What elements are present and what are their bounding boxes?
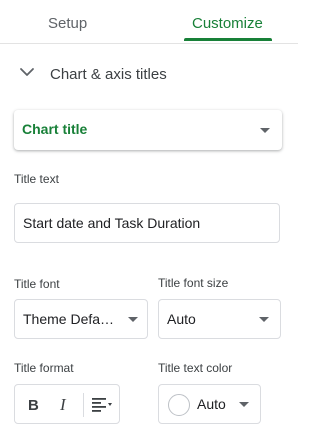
title-font-size-value: Auto <box>167 311 196 327</box>
caret-down-icon <box>259 317 269 322</box>
title-font-select[interactable]: Theme Defaul... <box>14 299 148 339</box>
title-text-color-select[interactable]: Auto <box>158 384 261 424</box>
tab-setup[interactable]: Setup <box>48 15 87 32</box>
title-font-size-label: Title font size <box>158 276 229 290</box>
align-left-icon[interactable] <box>89 393 117 415</box>
toolbar-divider <box>83 393 84 417</box>
chart-editor-panel: Setup Customize Chart & axis titles Char… <box>0 0 298 439</box>
title-text-label: Title text <box>14 172 59 186</box>
title-target-value: Chart title <box>22 121 88 137</box>
caret-down-icon <box>239 402 249 407</box>
section-title: Chart & axis titles <box>50 66 167 83</box>
title-format-toolbar: B I <box>14 384 120 424</box>
caret-down-icon <box>128 317 138 322</box>
title-text-color-label: Title text color <box>158 361 233 375</box>
color-swatch <box>168 394 190 416</box>
title-text-input[interactable]: Start date and Task Duration <box>14 203 280 243</box>
title-format-label: Title format <box>14 361 74 375</box>
chevron-down-icon <box>20 68 34 76</box>
section-chart-axis-titles[interactable]: Chart & axis titles <box>0 56 298 92</box>
title-target-select[interactable]: Chart title <box>14 110 282 150</box>
tab-customize[interactable]: Customize <box>192 15 263 32</box>
caret-down-icon <box>260 128 270 133</box>
title-font-label: Title font <box>14 277 60 291</box>
title-text-value: Start date and Task Duration <box>23 215 201 231</box>
editor-tabs: Setup Customize <box>0 0 298 44</box>
bold-icon[interactable]: B <box>22 393 44 415</box>
title-text-color-value: Auto <box>197 396 226 412</box>
bold-glyph: B <box>28 397 39 414</box>
italic-icon[interactable]: I <box>54 393 76 415</box>
active-tab-indicator <box>184 38 272 41</box>
title-font-size-select[interactable]: Auto <box>158 299 281 339</box>
title-font-value: Theme Defaul... <box>23 311 121 327</box>
italic-glyph: I <box>59 395 67 414</box>
